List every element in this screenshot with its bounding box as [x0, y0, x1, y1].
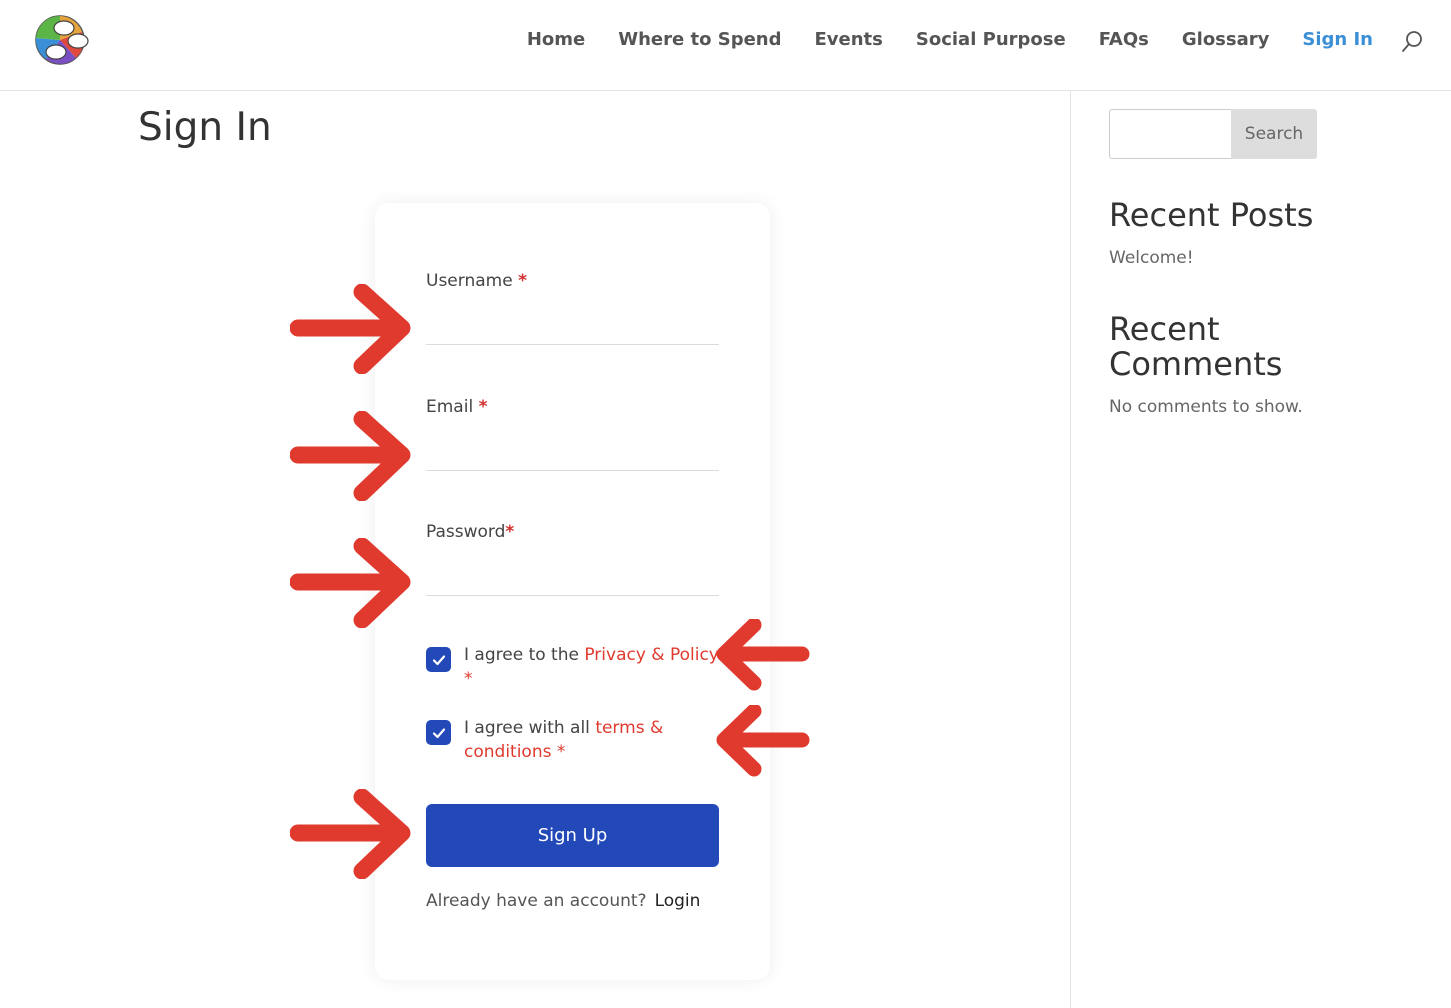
annotation-arrow-left-icon: [716, 705, 810, 777]
annotation-arrow-right-icon: [290, 411, 411, 501]
required-mark: *: [478, 397, 488, 417]
nav-social-purpose[interactable]: Social Purpose: [916, 28, 1066, 52]
site-logo[interactable]: [34, 14, 90, 66]
nav-home[interactable]: Home: [527, 28, 585, 52]
terms-checkbox[interactable]: [426, 720, 451, 745]
password-label: Password*: [426, 522, 515, 542]
page-title: Sign In: [138, 105, 272, 150]
signup-card: Username * Email * Password* I agree to …: [375, 203, 770, 980]
required-mark: *: [505, 522, 515, 542]
nav-where-to-spend[interactable]: Where to Spend: [618, 28, 781, 52]
password-field: Password*: [426, 520, 719, 596]
sign-up-button[interactable]: Sign Up: [426, 804, 719, 867]
nav-faqs[interactable]: FAQs: [1099, 28, 1149, 52]
sidebar-divider: [1070, 91, 1071, 1008]
login-link[interactable]: Login: [655, 891, 701, 911]
sidebar-search-button[interactable]: Search: [1231, 109, 1317, 159]
required-mark: *: [518, 271, 527, 291]
privacy-checkbox[interactable]: [426, 647, 451, 672]
nav-events[interactable]: Events: [815, 28, 883, 52]
terms-agreement-text: I agree with all terms & conditions *: [464, 718, 664, 762]
no-comments-text: No comments to show.: [1109, 397, 1303, 417]
username-input[interactable]: [426, 307, 719, 345]
annotation-arrow-right-icon: [290, 538, 411, 628]
required-mark: *: [464, 669, 473, 689]
email-input[interactable]: [426, 433, 719, 471]
email-label: Email *: [426, 397, 488, 417]
email-field: Email *: [426, 395, 719, 471]
username-label: Username *: [426, 271, 527, 291]
checkmark-icon: [432, 654, 445, 665]
sidebar-search-input[interactable]: [1109, 109, 1233, 159]
annotation-arrow-right-icon: [290, 789, 411, 879]
privacy-agreement-text: I agree to the Privacy & Policy *: [464, 645, 719, 689]
recent-post-link[interactable]: Welcome!: [1109, 246, 1194, 270]
login-prompt: Already have an account? Login: [426, 891, 701, 911]
password-input[interactable]: [426, 558, 719, 596]
nav-sign-in[interactable]: Sign In: [1302, 28, 1373, 52]
privacy-policy-link[interactable]: Privacy & Policy: [584, 645, 719, 665]
search-icon[interactable]: [1401, 30, 1423, 54]
username-field: Username *: [426, 269, 719, 345]
nav-glossary[interactable]: Glossary: [1182, 28, 1270, 52]
main-nav: Home Where to Spend Events Social Purpos…: [494, 28, 1373, 52]
recent-posts-heading: Recent Posts: [1109, 196, 1314, 234]
annotation-arrow-left-icon: [716, 619, 810, 691]
terms-agreement-row: I agree with all terms & conditions *: [426, 716, 726, 764]
required-mark: *: [551, 742, 566, 762]
recent-comments-heading: Recent Comments: [1109, 310, 1283, 383]
site-header: Home Where to Spend Events Social Purpos…: [0, 0, 1451, 91]
checkmark-icon: [432, 727, 445, 738]
annotation-arrow-right-icon: [290, 284, 411, 374]
privacy-agreement-row: I agree to the Privacy & Policy *: [426, 643, 726, 691]
